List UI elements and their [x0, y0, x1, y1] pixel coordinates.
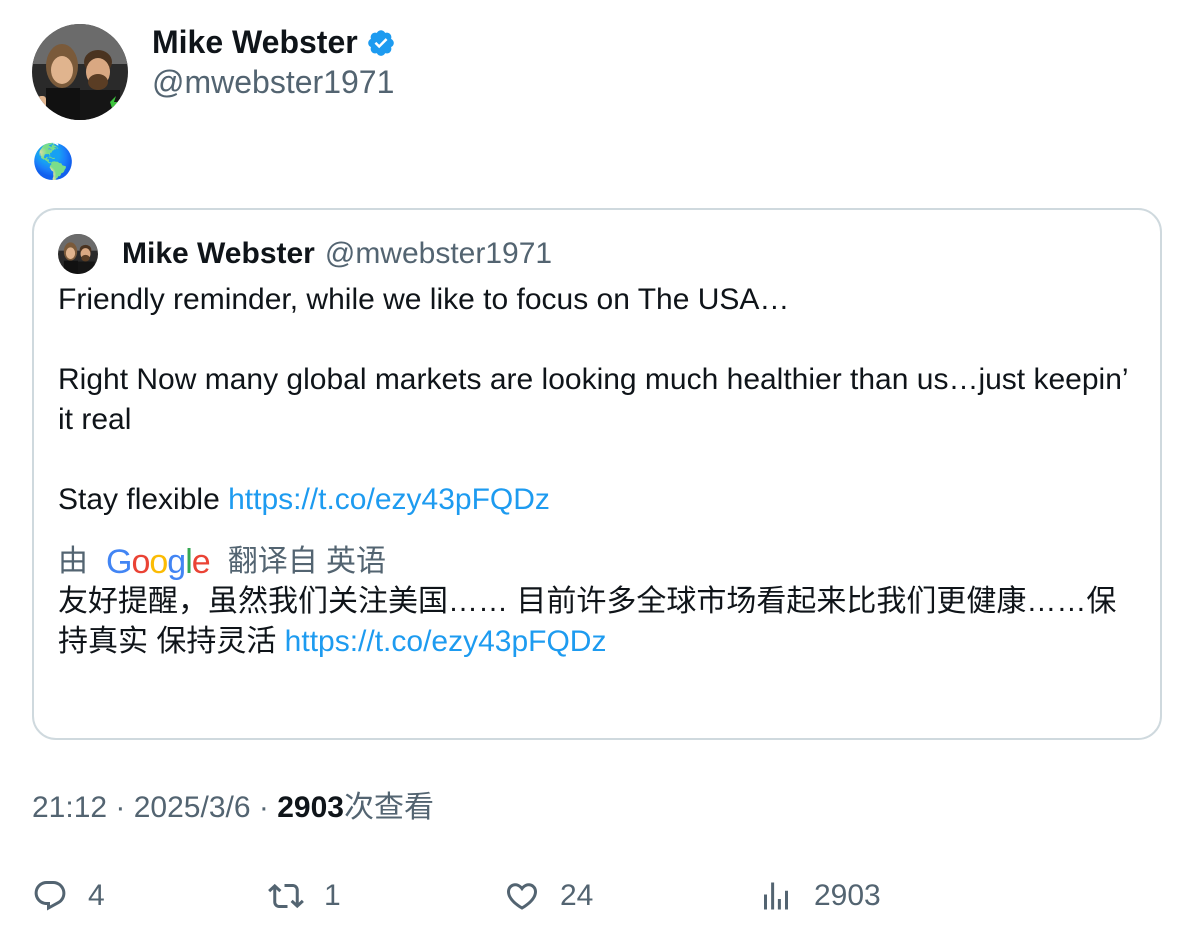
- reply-count: 4: [88, 879, 105, 912]
- action-bar: 4 1 24 2903: [32, 874, 1162, 918]
- quoted-link[interactable]: https://t.co/ezy43pFQDz: [228, 483, 550, 516]
- reply-button[interactable]: 4: [32, 874, 105, 918]
- quoted-text-prefix: Stay flexible: [58, 483, 229, 516]
- meta-separator: ·: [250, 791, 278, 824]
- tweet-date[interactable]: 2025/3/6: [134, 791, 251, 824]
- retweet-button[interactable]: 1: [268, 874, 341, 918]
- quoted-text-line: Right Now many global markets are lookin…: [58, 363, 1128, 436]
- author-avatar[interactable]: [32, 24, 128, 120]
- tweet-meta: 21:12 · 2025/3/6 · 2903次查看: [32, 788, 434, 828]
- like-count: 24: [560, 879, 594, 912]
- retweet-count: 1: [324, 879, 341, 912]
- tweet-author: Mike Webster @mwebster1971: [32, 24, 396, 120]
- quoted-tweet[interactable]: Mike Webster @mwebster1971 Friendly remi…: [32, 208, 1162, 740]
- translated-text: 友好提醒，虽然我们关注美国…… 目前许多全球市场看起来比我们更健康……保持真实 …: [58, 582, 1138, 662]
- views-count: 2903: [277, 791, 344, 824]
- quoted-author-handle: @mwebster1971: [324, 237, 553, 270]
- views-button[interactable]: 2903: [758, 874, 881, 918]
- retweet-icon: [268, 883, 304, 909]
- verified-badge-icon: [367, 30, 394, 56]
- reply-icon: [34, 881, 66, 911]
- quoted-author-display-name: Mike Webster: [122, 237, 315, 270]
- quoted-text-line: Stay flexible https://t.co/ezy43pFQDz: [58, 480, 1138, 520]
- translate-from-label: 翻译自 英语: [227, 545, 387, 578]
- translation-attribution: 由 Google 翻译自 英语: [58, 542, 1138, 582]
- quoted-text-line: Friendly reminder, while we like to focu…: [58, 283, 790, 316]
- analytics-icon: [764, 882, 788, 910]
- like-button[interactable]: 24: [504, 874, 593, 918]
- tweet-time[interactable]: 21:12: [32, 791, 107, 824]
- translate-by-label: 由: [58, 545, 88, 578]
- heart-icon: [506, 883, 538, 910]
- google-logo-icon: Google: [106, 543, 211, 581]
- translated-link[interactable]: https://t.co/ezy43pFQDz: [285, 625, 607, 658]
- views-count-action: 2903: [814, 879, 881, 912]
- quoted-tweet-body: Friendly reminder, while we like to focu…: [58, 280, 1138, 662]
- views-label: 次查看: [343, 791, 434, 824]
- author-handle[interactable]: @mwebster1971: [152, 62, 396, 102]
- quoted-author-avatar: [58, 234, 98, 274]
- meta-separator: ·: [107, 791, 134, 824]
- tweet-text: 🌎: [32, 143, 75, 181]
- author-display-name[interactable]: Mike Webster: [152, 24, 358, 60]
